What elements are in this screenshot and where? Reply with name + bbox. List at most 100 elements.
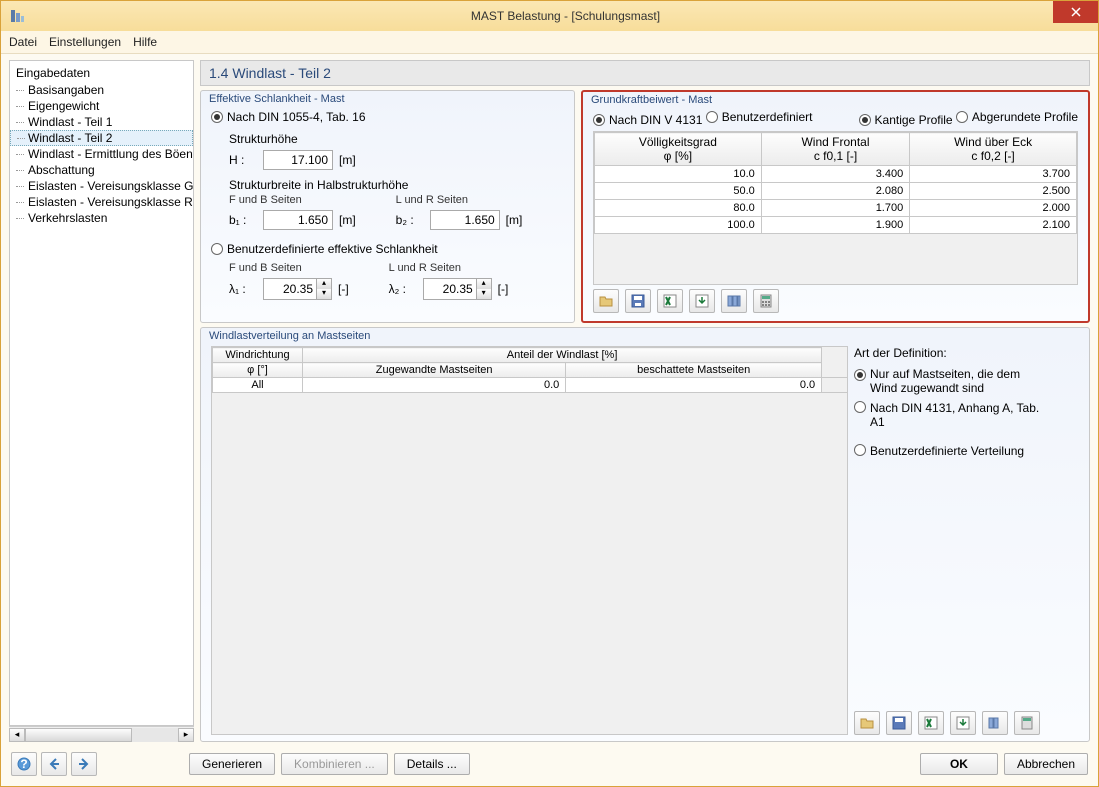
details-button[interactable]: Details ...: [394, 753, 470, 775]
scroll-right-icon[interactable]: ▸: [178, 728, 194, 742]
tree-item[interactable]: Windlast - Teil 2: [10, 130, 193, 146]
main-panel: 1.4 Windlast - Teil 2 Effektive Schlankh…: [200, 60, 1090, 742]
radio-user-schlank[interactable]: Benutzerdefinierte effektive Schlankheit: [211, 242, 438, 256]
radio-din1055[interactable]: Nach DIN 1055-4, Tab. 16: [211, 110, 366, 124]
H-input[interactable]: [263, 150, 333, 170]
scroll-track[interactable]: [25, 728, 178, 742]
legend-winddist: Windlastverteilung an Mastseiten: [209, 330, 370, 342]
l1-down-icon[interactable]: ▾: [317, 289, 331, 299]
cell-bes: 0.0: [566, 378, 822, 393]
excel-export-icon[interactable]: [657, 289, 683, 313]
content: Eingabedaten BasisangabenEigengewichtWin…: [1, 54, 1098, 746]
cancel-button[interactable]: Abbrechen: [1004, 753, 1088, 775]
columns-icon-2[interactable]: [982, 711, 1008, 735]
hdr-windrichtung: Windrichtung: [213, 348, 303, 363]
lr-seiten-label2: L und R Seiten: [389, 262, 509, 274]
tree-item[interactable]: Basisangaben: [10, 82, 193, 98]
scroll-thumb[interactable]: [25, 728, 132, 742]
tree-item[interactable]: Windlast - Ermittlung des Böenr: [10, 146, 193, 162]
sidebar[interactable]: Eingabedaten BasisangabenEigengewichtWin…: [9, 60, 194, 726]
excel-import-icon[interactable]: [689, 289, 715, 313]
tree-item[interactable]: Verkehrslasten: [10, 210, 193, 226]
scroll-left-icon[interactable]: ◂: [9, 728, 25, 742]
definition-title: Art der Definition:: [854, 346, 1079, 360]
winddist-table-panel: Windrichtung Anteil der Windlast [%] φ […: [211, 346, 848, 735]
tree-item[interactable]: Abschattung: [10, 162, 193, 178]
b1-input[interactable]: [263, 210, 333, 230]
page-title: 1.4 Windlast - Teil 2: [200, 60, 1090, 86]
menu-settings[interactable]: Einstellungen: [49, 35, 121, 49]
generate-button[interactable]: Generieren: [189, 753, 275, 775]
radio-rund[interactable]: Abgerundete Profile: [956, 110, 1078, 124]
table-row[interactable]: 80.01.7002.000: [595, 200, 1077, 217]
prev-icon[interactable]: [41, 752, 67, 776]
calc-icon[interactable]: [753, 289, 779, 313]
fb-seiten-label2: F und B Seiten: [229, 262, 349, 274]
b2-input[interactable]: [430, 210, 500, 230]
menu-file[interactable]: Datei: [9, 35, 37, 49]
l2-label: λ₂ :: [389, 282, 417, 296]
columns-icon[interactable]: [721, 289, 747, 313]
table-row[interactable]: 10.03.4003.700: [595, 166, 1077, 183]
help-icon[interactable]: ?: [11, 752, 37, 776]
label-strukturhoehe: Strukturhöhe: [211, 132, 564, 146]
next-icon[interactable]: [71, 752, 97, 776]
combine-button[interactable]: Kombinieren ...: [281, 753, 388, 775]
calc-icon-2[interactable]: [1014, 711, 1040, 735]
label-strukturbreite: Strukturbreite in Halbstrukturhöhe: [211, 178, 564, 192]
grund-table[interactable]: Völligkeitsgradφ [%] Wind Frontalc f0,1 …: [594, 132, 1077, 234]
unit-m: [m]: [339, 153, 356, 167]
save-icon[interactable]: [625, 289, 651, 313]
radio-kantig-label: Kantige Profile: [875, 113, 953, 127]
hdr-c1: Wind Frontal: [801, 135, 869, 149]
open-icon[interactable]: [593, 289, 619, 313]
menu-help[interactable]: Hilfe: [133, 35, 157, 49]
app-icon: [9, 8, 25, 24]
excel-export-icon-2[interactable]: [918, 711, 944, 735]
save-icon-2[interactable]: [886, 711, 912, 735]
legend-schlankheit: Effektive Schlankheit - Mast: [209, 93, 345, 105]
open-icon-2[interactable]: [854, 711, 880, 735]
l1-input[interactable]: [264, 279, 316, 299]
cell-zug: 0.0: [303, 378, 566, 393]
table-row[interactable]: 100.01.9002.100: [595, 217, 1077, 234]
radio-din4131[interactable]: Nach DIN V 4131: [593, 113, 702, 127]
radio-user-grund[interactable]: Benutzerdefiniert: [706, 110, 813, 124]
radio-user-schlank-label: Benutzerdefinierte effektive Schlankheit: [227, 242, 438, 256]
radio-kantig[interactable]: Kantige Profile: [859, 113, 953, 127]
l2-input[interactable]: [424, 279, 476, 299]
radio-def-user[interactable]: Benutzerdefinierte Verteilung: [854, 444, 1050, 458]
group-winddist: Windlastverteilung an Mastseiten Windric…: [200, 327, 1090, 742]
tree-item[interactable]: Eislasten - Vereisungsklasse G: [10, 178, 193, 194]
hdr-beschattete: beschattete Mastseiten: [566, 363, 822, 378]
window: MAST Belastung - [Schulungsmast] Datei E…: [0, 0, 1099, 787]
l1-spinner[interactable]: ▴▾: [263, 278, 332, 300]
radio-def-din-label: Nach DIN 4131, Anhang A, Tab. A1: [870, 401, 1050, 429]
tree-item[interactable]: Windlast - Teil 1: [10, 114, 193, 130]
ok-button[interactable]: OK: [920, 753, 998, 775]
sidebar-scrollbar[interactable]: ◂ ▸: [9, 726, 194, 742]
winddist-empty: [212, 393, 847, 734]
tree-item[interactable]: Eigengewicht: [10, 98, 193, 114]
hdr-c2: Wind über Eck: [954, 135, 1032, 149]
close-button[interactable]: [1053, 1, 1098, 23]
unit-dash-l2: [-]: [498, 282, 509, 296]
l2-spinner[interactable]: ▴▾: [423, 278, 492, 300]
titlebar: MAST Belastung - [Schulungsmast]: [1, 1, 1098, 31]
unit-dash-l1: [-]: [338, 282, 349, 296]
radio-rund-label: Abgerundete Profile: [972, 110, 1078, 124]
table-row[interactable]: 50.02.0802.500: [595, 183, 1077, 200]
hdr-phi-deg: φ [°]: [213, 363, 303, 378]
winddist-row[interactable]: All 0.0 0.0: [213, 378, 848, 393]
radio-def-din[interactable]: Nach DIN 4131, Anhang A, Tab. A1: [854, 401, 1050, 429]
winddist-table[interactable]: Windrichtung Anteil der Windlast [%] φ […: [212, 347, 847, 393]
tree-item[interactable]: Eislasten - Vereisungsklasse R: [10, 194, 193, 210]
l2-down-icon[interactable]: ▾: [477, 289, 491, 299]
menubar: Datei Einstellungen Hilfe: [1, 31, 1098, 54]
tree-root[interactable]: Eingabedaten: [10, 64, 193, 82]
group-schlankheit: Effektive Schlankheit - Mast Nach DIN 10…: [200, 90, 575, 323]
definition-panel: Art der Definition: Nur auf Mastseiten, …: [854, 346, 1079, 735]
radio-def-wind[interactable]: Nur auf Mastseiten, die dem Wind zugewan…: [854, 367, 1050, 395]
excel-import-icon-2[interactable]: [950, 711, 976, 735]
hdr-anteil: Anteil der Windlast [%]: [303, 348, 822, 363]
